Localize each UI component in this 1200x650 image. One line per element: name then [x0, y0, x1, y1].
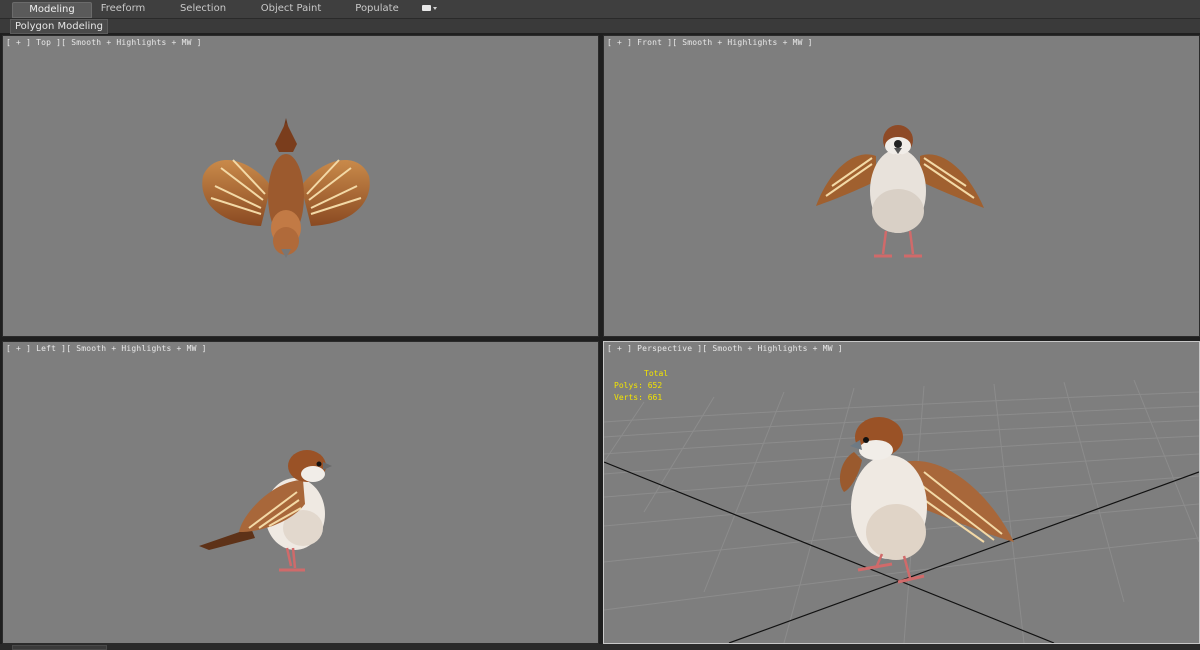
sparrow-model-left-view [199, 450, 332, 572]
display-icon [422, 5, 431, 11]
viewport-left[interactable]: [ + ] Left ][ Smooth + Highlights + MW ] [2, 341, 599, 644]
ribbon-tab-bar: Modeling Freeform Selection Object Paint… [0, 0, 1200, 19]
tab-populate[interactable]: Populate [344, 2, 410, 16]
ribbon-options-dropdown[interactable] [420, 4, 438, 14]
viewport-front[interactable]: [ + ] Front ][ Smooth + Highlights + MW … [603, 35, 1200, 337]
chevron-down-icon [433, 7, 437, 10]
viewport-top[interactable]: [ + ] Top ][ Smooth + Highlights + MW ] [2, 35, 599, 337]
tab-object-paint[interactable]: Object Paint [252, 2, 330, 16]
status-bar [0, 644, 1200, 650]
polygon-modeling-panel-button[interactable]: Polygon Modeling [10, 19, 108, 34]
tab-modeling[interactable]: Modeling [12, 2, 92, 18]
viewport-perspective[interactable]: [ + ] Perspective ][ Smooth + Highlights… [603, 341, 1200, 644]
ribbon-panel: Polygon Modeling [0, 19, 1200, 34]
sparrow-model-top-view [202, 118, 370, 258]
sparrow-model-perspective-view [839, 417, 1014, 584]
tab-freeform[interactable]: Freeform [92, 2, 154, 16]
sparrow-model-front-view [816, 125, 984, 258]
tab-selection[interactable]: Selection [168, 2, 238, 16]
time-slider[interactable] [12, 645, 107, 650]
